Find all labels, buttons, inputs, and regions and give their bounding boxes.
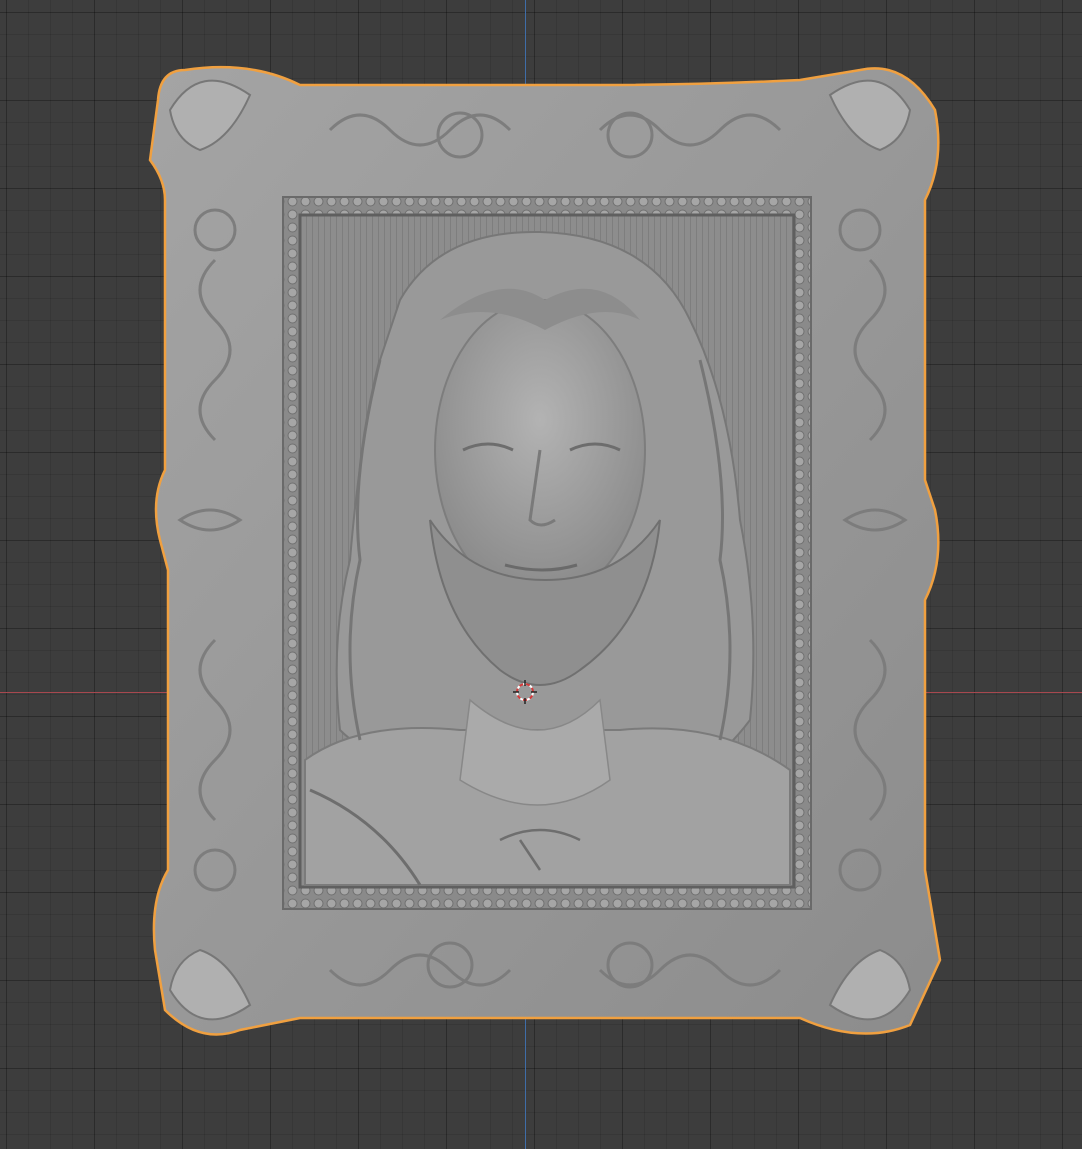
3d-viewport[interactable] (0, 0, 1082, 1149)
relief-model[interactable] (0, 0, 1082, 1149)
3d-cursor-icon[interactable] (513, 680, 537, 704)
